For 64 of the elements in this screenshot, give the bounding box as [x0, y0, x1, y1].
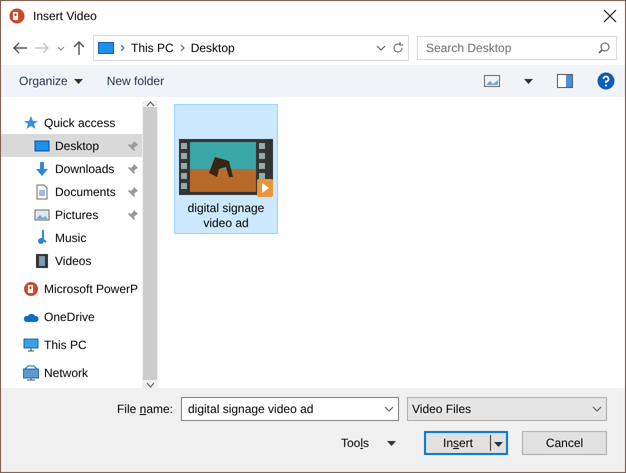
- up-arrow-icon[interactable]: [73, 41, 85, 55]
- file-name: digital signage video ad: [186, 201, 266, 231]
- file-type-dropdown[interactable]: Video Files: [407, 397, 607, 421]
- new-folder-button[interactable]: New folder: [106, 74, 164, 88]
- organize-button[interactable]: Organize: [19, 74, 83, 88]
- file-tile[interactable]: digital signage video ad: [174, 104, 278, 234]
- sidebar-item[interactable]: OneDrive: [1, 305, 142, 328]
- chevron-up-icon[interactable]: [146, 101, 154, 107]
- pin-icon[interactable]: [128, 210, 138, 220]
- star-icon: [23, 114, 39, 130]
- sidebar-item[interactable]: This PC: [1, 333, 142, 356]
- sidebar-item[interactable]: Microsoft PowerP: [1, 277, 142, 300]
- chevron-down-icon[interactable]: [146, 382, 154, 388]
- caret-icon: [494, 442, 503, 447]
- network-icon: [23, 364, 39, 380]
- breadcrumb-item[interactable]: This PC: [131, 41, 174, 55]
- close-icon[interactable]: [603, 9, 617, 23]
- sidebar-item[interactable]: Documents: [1, 180, 142, 203]
- back-arrow-icon[interactable]: [13, 42, 27, 54]
- chevron-right-icon: [180, 44, 185, 52]
- chevron-down-icon: [376, 45, 386, 51]
- caret-icon: [387, 440, 396, 446]
- chevron-down-icon: [384, 406, 394, 412]
- monitor-icon: [34, 138, 50, 154]
- file-name-field[interactable]: digital signage video ad: [186, 401, 384, 417]
- insert-button[interactable]: Insert: [424, 431, 508, 455]
- window-title: Insert Video: [33, 9, 98, 23]
- music-note-icon: [38, 230, 46, 245]
- search-field[interactable]: Search Desktop: [424, 40, 598, 56]
- file-name-combo[interactable]: digital signage video ad: [181, 397, 399, 421]
- powerpoint-icon: [23, 280, 39, 296]
- sidebar-item[interactable]: Network: [1, 361, 142, 384]
- pin-icon[interactable]: [128, 164, 138, 174]
- view-picture-icon[interactable]: [484, 75, 500, 87]
- help-icon[interactable]: [597, 72, 615, 90]
- chevron-down-icon[interactable]: [57, 46, 65, 50]
- breadcrumb-item[interactable]: Desktop: [190, 41, 235, 55]
- pin-icon[interactable]: [128, 186, 138, 196]
- file-name-label: File name:: [116, 402, 173, 416]
- computer-icon: [23, 336, 39, 352]
- preview-pane-icon[interactable]: [557, 74, 573, 88]
- sidebar-item[interactable]: Quick access: [1, 111, 142, 134]
- chevron-right-icon: [120, 44, 125, 52]
- cancel-button[interactable]: Cancel: [522, 431, 607, 455]
- sidebar-item[interactable]: Pictures: [1, 203, 142, 226]
- refresh-icon[interactable]: [392, 42, 404, 54]
- chevron-down-icon: [592, 406, 602, 412]
- scrollbar[interactable]: [142, 101, 158, 388]
- search-icon: [598, 42, 610, 54]
- address-bar[interactable]: This PC Desktop: [93, 35, 409, 61]
- sidebar-item[interactable]: Downloads: [1, 157, 142, 180]
- monitor-icon: [98, 42, 114, 54]
- sidebar-item[interactable]: Videos: [1, 249, 142, 272]
- download-arrow-icon: [34, 160, 50, 176]
- sidebar-item[interactable]: Music: [1, 226, 142, 249]
- tools-button[interactable]: Tools: [334, 435, 402, 451]
- document-icon: [34, 184, 50, 200]
- sidebar-item[interactable]: Desktop: [1, 134, 142, 157]
- film-icon: [34, 252, 50, 268]
- caret-icon: [524, 78, 533, 84]
- search-box[interactable]: Search Desktop: [417, 36, 617, 60]
- picture-icon: [34, 206, 50, 222]
- caret-icon: [74, 78, 83, 84]
- powerpoint-icon: [9, 8, 25, 24]
